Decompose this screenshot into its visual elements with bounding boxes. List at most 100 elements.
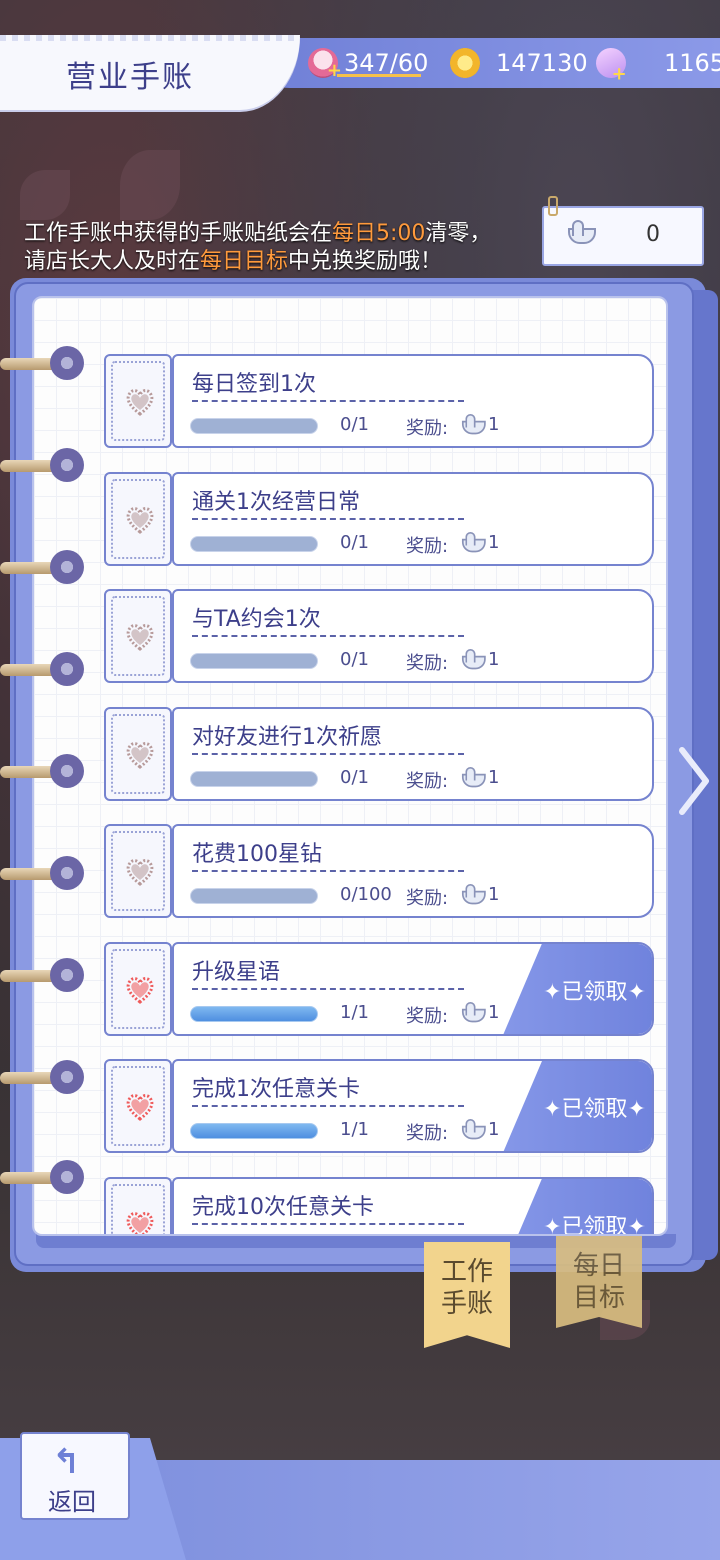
stamina-value: 347/60 [344, 49, 429, 77]
task-item[interactable]: 与TA约会1次 0/1 奖励: 1 [104, 589, 656, 687]
binder-ring [0, 1060, 86, 1100]
reward-label: 奖励: [406, 888, 449, 909]
binder-ring [0, 1160, 86, 1200]
sticker-pocket [104, 941, 172, 1036]
dashed-divider [192, 987, 464, 990]
binder-ring [0, 856, 86, 896]
tab-daily-goal[interactable]: 每日 目标 [556, 1236, 642, 1328]
stamina-underline [337, 74, 421, 77]
dashed-divider [192, 1105, 464, 1107]
task-progress: 0/1 [340, 531, 369, 553]
task-item[interactable]: 完成10次任意关卡奖励:✦已领取✦ [104, 1176, 656, 1236]
task-item[interactable]: 花费100星钻 0/100 奖励: 1 [104, 824, 656, 922]
heart-sticker-icon [124, 974, 156, 1006]
clip-decoration [548, 196, 558, 216]
top-header: 营业手账 + 347/60 147130 + 1165 [0, 0, 720, 110]
reward-amount: 1 [488, 884, 500, 905]
task-progress: 1/1 [340, 1119, 369, 1140]
sticker-pocket [104, 1059, 172, 1153]
binder-ring [0, 652, 86, 692]
dashed-divider [192, 517, 464, 520]
swan-sticker-icon [460, 1001, 486, 1023]
task-card: 完成10次任意关卡奖励:✦已领取✦ [172, 1176, 654, 1236]
task-progress: 1/1 [340, 1001, 369, 1023]
cake-icon: + [308, 48, 342, 80]
coin-counter[interactable]: 147130 [450, 46, 588, 80]
heart-sticker-icon [124, 1209, 156, 1234]
heart-sticker-icon [124, 739, 156, 771]
task-card: 花费100星钻 0/100 奖励: 1 [172, 824, 654, 918]
dashed-divider [192, 870, 464, 872]
task-item[interactable]: 完成1次任意关卡 1/1 奖励: 1 ✦已领取✦ [104, 1059, 656, 1157]
swan-sticker-icon [460, 766, 486, 788]
reset-notice: 工作手账中获得的手账贴纸会在每日5:00清零， 请店长大人及时在每日目标中兑换奖… [24, 221, 492, 274]
back-button[interactable]: ↰ 返回 [20, 1432, 130, 1520]
heart-sticker-icon [124, 621, 156, 653]
task-progress: 0/100 [340, 884, 392, 905]
progress-bar [190, 535, 318, 552]
heart-sticker-icon [124, 1091, 156, 1123]
task-list-page[interactable]: 每日签到1次 0/1 奖励: 1 通关1次经营日常 0/1 奖励: 1 与TA约会1次 0/1 奖励… [32, 296, 668, 1236]
task-card: 每日签到1次 0/1 奖励: 1 [172, 354, 654, 448]
dashed-divider [192, 1222, 464, 1225]
next-page-arrow-icon[interactable] [676, 746, 712, 816]
reward-amount: 1 [488, 649, 500, 670]
reward-label: 奖励: [406, 653, 449, 674]
reward-amount: 1 [488, 414, 500, 435]
binder-ring [0, 754, 86, 794]
sticker-count: 0 [646, 222, 660, 247]
flower-decoration [120, 150, 180, 220]
binder-ring [0, 448, 86, 488]
return-arrow-icon: ↰ [52, 1442, 81, 1482]
sticker-pocket [104, 354, 172, 448]
progress-bar [190, 888, 318, 904]
claimed-badge: ✦已领取✦ [502, 1178, 652, 1236]
reward-amount: 1 [488, 531, 500, 553]
sticker-pocket [104, 1176, 172, 1234]
task-card: 升级星语 1/1 奖励: 1 ✦已领取✦ [172, 941, 654, 1036]
binder-ring [0, 550, 86, 590]
progress-bar [190, 418, 318, 434]
tab-work-notebook[interactable]: 工作 手账 [424, 1242, 510, 1348]
gem-value: 1165 [664, 49, 720, 77]
task-card: 对好友进行1次祈愿 0/1 奖励: 1 [172, 706, 654, 801]
claimed-label: ✦已领取✦ [543, 1097, 646, 1122]
swan-sticker-icon [460, 531, 486, 553]
task-name: 通关1次经营日常 [192, 489, 360, 515]
claimed-badge: ✦已领取✦ [502, 1061, 652, 1151]
task-item[interactable]: 对好友进行1次祈愿 0/1 奖励: 1 [104, 706, 656, 805]
claimed-label: ✦已领取✦ [543, 1214, 646, 1236]
binder-ring [0, 346, 86, 386]
reward-amount: 1 [488, 1119, 500, 1140]
progress-bar [190, 1005, 318, 1022]
reward-label: 奖励: [406, 1123, 449, 1144]
task-progress: 0/1 [340, 649, 369, 670]
gem-counter[interactable]: + 1165 [591, 43, 720, 84]
reward-amount: 1 [488, 766, 500, 788]
swan-sticker-icon [460, 413, 486, 436]
heart-sticker-icon [124, 504, 156, 536]
sticker-pocket [104, 706, 172, 801]
reward-label: 奖励: [406, 418, 449, 439]
gem-icon: + [591, 43, 631, 84]
coin-icon [450, 48, 480, 78]
swan-sticker-icon [460, 1118, 486, 1141]
dashed-divider [192, 752, 464, 755]
task-progress: 0/1 [340, 766, 369, 788]
heart-sticker-icon [124, 856, 156, 888]
sticker-pocket [104, 589, 172, 683]
plus-icon: + [326, 60, 342, 81]
reward-label: 奖励: [406, 1005, 449, 1027]
task-item[interactable]: 每日签到1次 0/1 奖励: 1 [104, 354, 656, 452]
task-item[interactable]: 通关1次经营日常 0/1 奖励: 1 [104, 471, 656, 570]
task-name: 对好友进行1次祈愿 [192, 724, 382, 750]
progress-bar [190, 1123, 318, 1139]
claimed-badge: ✦已领取✦ [502, 943, 652, 1034]
binder-ring [0, 958, 86, 998]
reward-amount: 1 [488, 1001, 500, 1023]
swan-sticker-icon [566, 220, 596, 246]
task-name: 升级星语 [192, 959, 281, 985]
task-item[interactable]: 升级星语 1/1 奖励: 1 ✦已领取✦ [104, 941, 656, 1040]
reset-time-highlight: 每日5:00 [332, 221, 426, 246]
task-name: 每日签到1次 [192, 372, 316, 397]
